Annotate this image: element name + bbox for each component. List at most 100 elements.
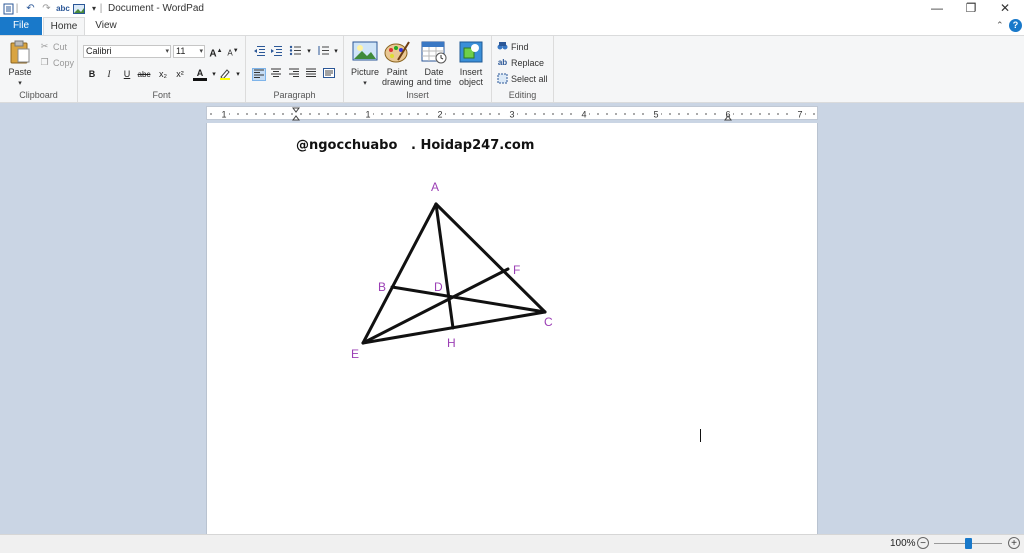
increase-indent-icon[interactable]	[269, 45, 283, 58]
font-group: Calibri ▾ 11 ▾ A▲ A▼ B I U abc x₂ x² A ▾ ▾…	[78, 36, 246, 102]
hanging-indent-marker[interactable]	[292, 115, 300, 121]
zoom-out-button[interactable]: −	[917, 537, 929, 549]
customize-qa-icon[interactable]: ▾	[89, 2, 99, 15]
bullet-list-icon[interactable]	[288, 45, 302, 58]
tab-home[interactable]: Home	[43, 17, 85, 35]
title-bar: | ↶ ↷ abc ▾ | Document - WordPad — ❐ ✕	[0, 0, 1024, 17]
help-icon[interactable]: ?	[1009, 19, 1022, 32]
font-group-label: Font	[152, 90, 171, 100]
shrink-font-button[interactable]: A▼	[226, 45, 240, 58]
label-D: D	[434, 280, 443, 294]
insert-object-icon	[458, 40, 484, 64]
paragraph-settings-icon[interactable]	[322, 68, 336, 81]
picture-icon	[352, 40, 378, 64]
restore-button[interactable]: ❐	[954, 0, 988, 17]
ruler-number: 4	[581, 110, 586, 120]
picture-button[interactable]: Picture ▾	[348, 40, 382, 89]
insert-object-button[interactable]: Insert object	[454, 40, 488, 87]
segment-AE	[361, 202, 438, 345]
chevron-down-icon: ▾	[363, 80, 367, 87]
font-family-select[interactable]: Calibri ▾	[83, 45, 171, 58]
strikethrough-button[interactable]: abc	[137, 68, 151, 81]
superscript-button[interactable]: x²	[173, 68, 187, 81]
insert-object-label: Insert object	[458, 67, 484, 87]
picture-quick-icon[interactable]	[72, 2, 86, 15]
spellcheck-icon[interactable]: abc	[56, 2, 70, 15]
label-H: H	[447, 336, 456, 350]
highlight-icon[interactable]	[218, 68, 232, 81]
align-right-icon[interactable]	[287, 68, 301, 81]
label-E: E	[351, 347, 359, 361]
copy-icon: ❐	[40, 57, 49, 67]
undo-icon[interactable]: ↶	[24, 2, 37, 15]
select-all-icon	[497, 73, 508, 84]
bold-button[interactable]: B	[85, 68, 99, 81]
minimize-button[interactable]: —	[920, 0, 954, 17]
editing-group-label: Editing	[508, 90, 537, 100]
subscript-button[interactable]: x₂	[156, 68, 170, 81]
find-label: Find	[511, 41, 529, 52]
align-left-icon[interactable]	[252, 68, 266, 81]
ruler-number: 5	[653, 110, 658, 120]
chevron-down-icon[interactable]: ▾	[302, 45, 316, 58]
underline-button[interactable]: U	[120, 68, 134, 81]
cut-button[interactable]: ✂ Cut	[39, 41, 67, 52]
chevron-down-icon: ▾	[199, 48, 203, 55]
grow-font-icon: A	[209, 48, 217, 60]
decrease-indent-icon[interactable]	[252, 45, 266, 58]
binoculars-icon	[497, 41, 508, 52]
triangle-figure: A B C D E F H	[351, 180, 553, 361]
scissors-icon: ✂	[40, 41, 49, 51]
calendar-clock-icon	[421, 40, 447, 64]
paste-arrow-icon: ▾	[18, 80, 22, 87]
insert-group-label: Insert	[406, 90, 429, 100]
replace-button[interactable]: ab Replace	[497, 57, 544, 68]
document-page[interactable]: @ngocchuabo . Hoidap247.com A B C D E F …	[206, 123, 818, 534]
select-all-label: Select all	[511, 73, 548, 84]
label-B: B	[378, 280, 386, 294]
font-size-value: 11	[176, 46, 186, 56]
tab-view[interactable]: View	[88, 17, 124, 35]
paste-button[interactable]: Paste ▾	[6, 40, 34, 89]
ruler-number: 2	[437, 110, 442, 120]
label-F: F	[513, 263, 520, 277]
tab-file[interactable]: File	[0, 17, 42, 35]
ruler-number: 3	[509, 110, 514, 120]
qa-divider: |	[99, 3, 103, 14]
label-A: A	[431, 180, 439, 194]
date-time-button[interactable]: Date and time	[416, 40, 452, 87]
ruler-number: 1	[365, 110, 370, 120]
paragraph-group: ▾ ▾ Paragraph	[246, 36, 344, 102]
paste-label: Paste	[8, 67, 32, 77]
paint-drawing-button[interactable]: Paint drawing	[382, 40, 414, 87]
window-title: Document - WordPad	[108, 3, 204, 14]
first-line-indent-marker[interactable]	[292, 107, 300, 113]
copy-button[interactable]: ❐ Copy	[39, 57, 74, 68]
zoom-slider-thumb[interactable]	[965, 538, 972, 549]
find-button[interactable]: Find	[497, 41, 529, 52]
align-center-icon[interactable]	[269, 68, 283, 81]
zoom-in-button[interactable]: +	[1008, 537, 1020, 549]
text-color-button[interactable]: A	[193, 68, 207, 81]
chevron-down-icon[interactable]: ▾	[329, 45, 343, 58]
justify-icon[interactable]	[304, 68, 318, 81]
app-icon[interactable]	[2, 2, 14, 15]
chevron-down-icon[interactable]: ▾	[231, 68, 245, 81]
copy-label: Copy	[53, 57, 75, 68]
collapse-ribbon-icon[interactable]: ⌃	[996, 20, 1004, 31]
close-button[interactable]: ✕	[988, 0, 1022, 17]
grow-font-button[interactable]: A▲	[209, 45, 223, 60]
ruler-scale: 11234567	[210, 107, 815, 121]
cut-label: Cut	[53, 41, 68, 52]
select-all-button[interactable]: Select all	[497, 73, 548, 84]
ruler[interactable]: 11234567	[206, 106, 818, 121]
replace-label: Replace	[511, 57, 545, 68]
line-spacing-icon[interactable]	[316, 45, 330, 58]
text-cursor	[700, 429, 701, 442]
segment-AH	[434, 202, 455, 330]
label-C: C	[544, 315, 553, 329]
editing-group: Find ab Replace Select all Editing	[492, 36, 554, 102]
font-size-select[interactable]: 11 ▾	[173, 45, 205, 58]
italic-button[interactable]: I	[102, 68, 116, 81]
redo-icon[interactable]: ↷	[40, 2, 53, 15]
